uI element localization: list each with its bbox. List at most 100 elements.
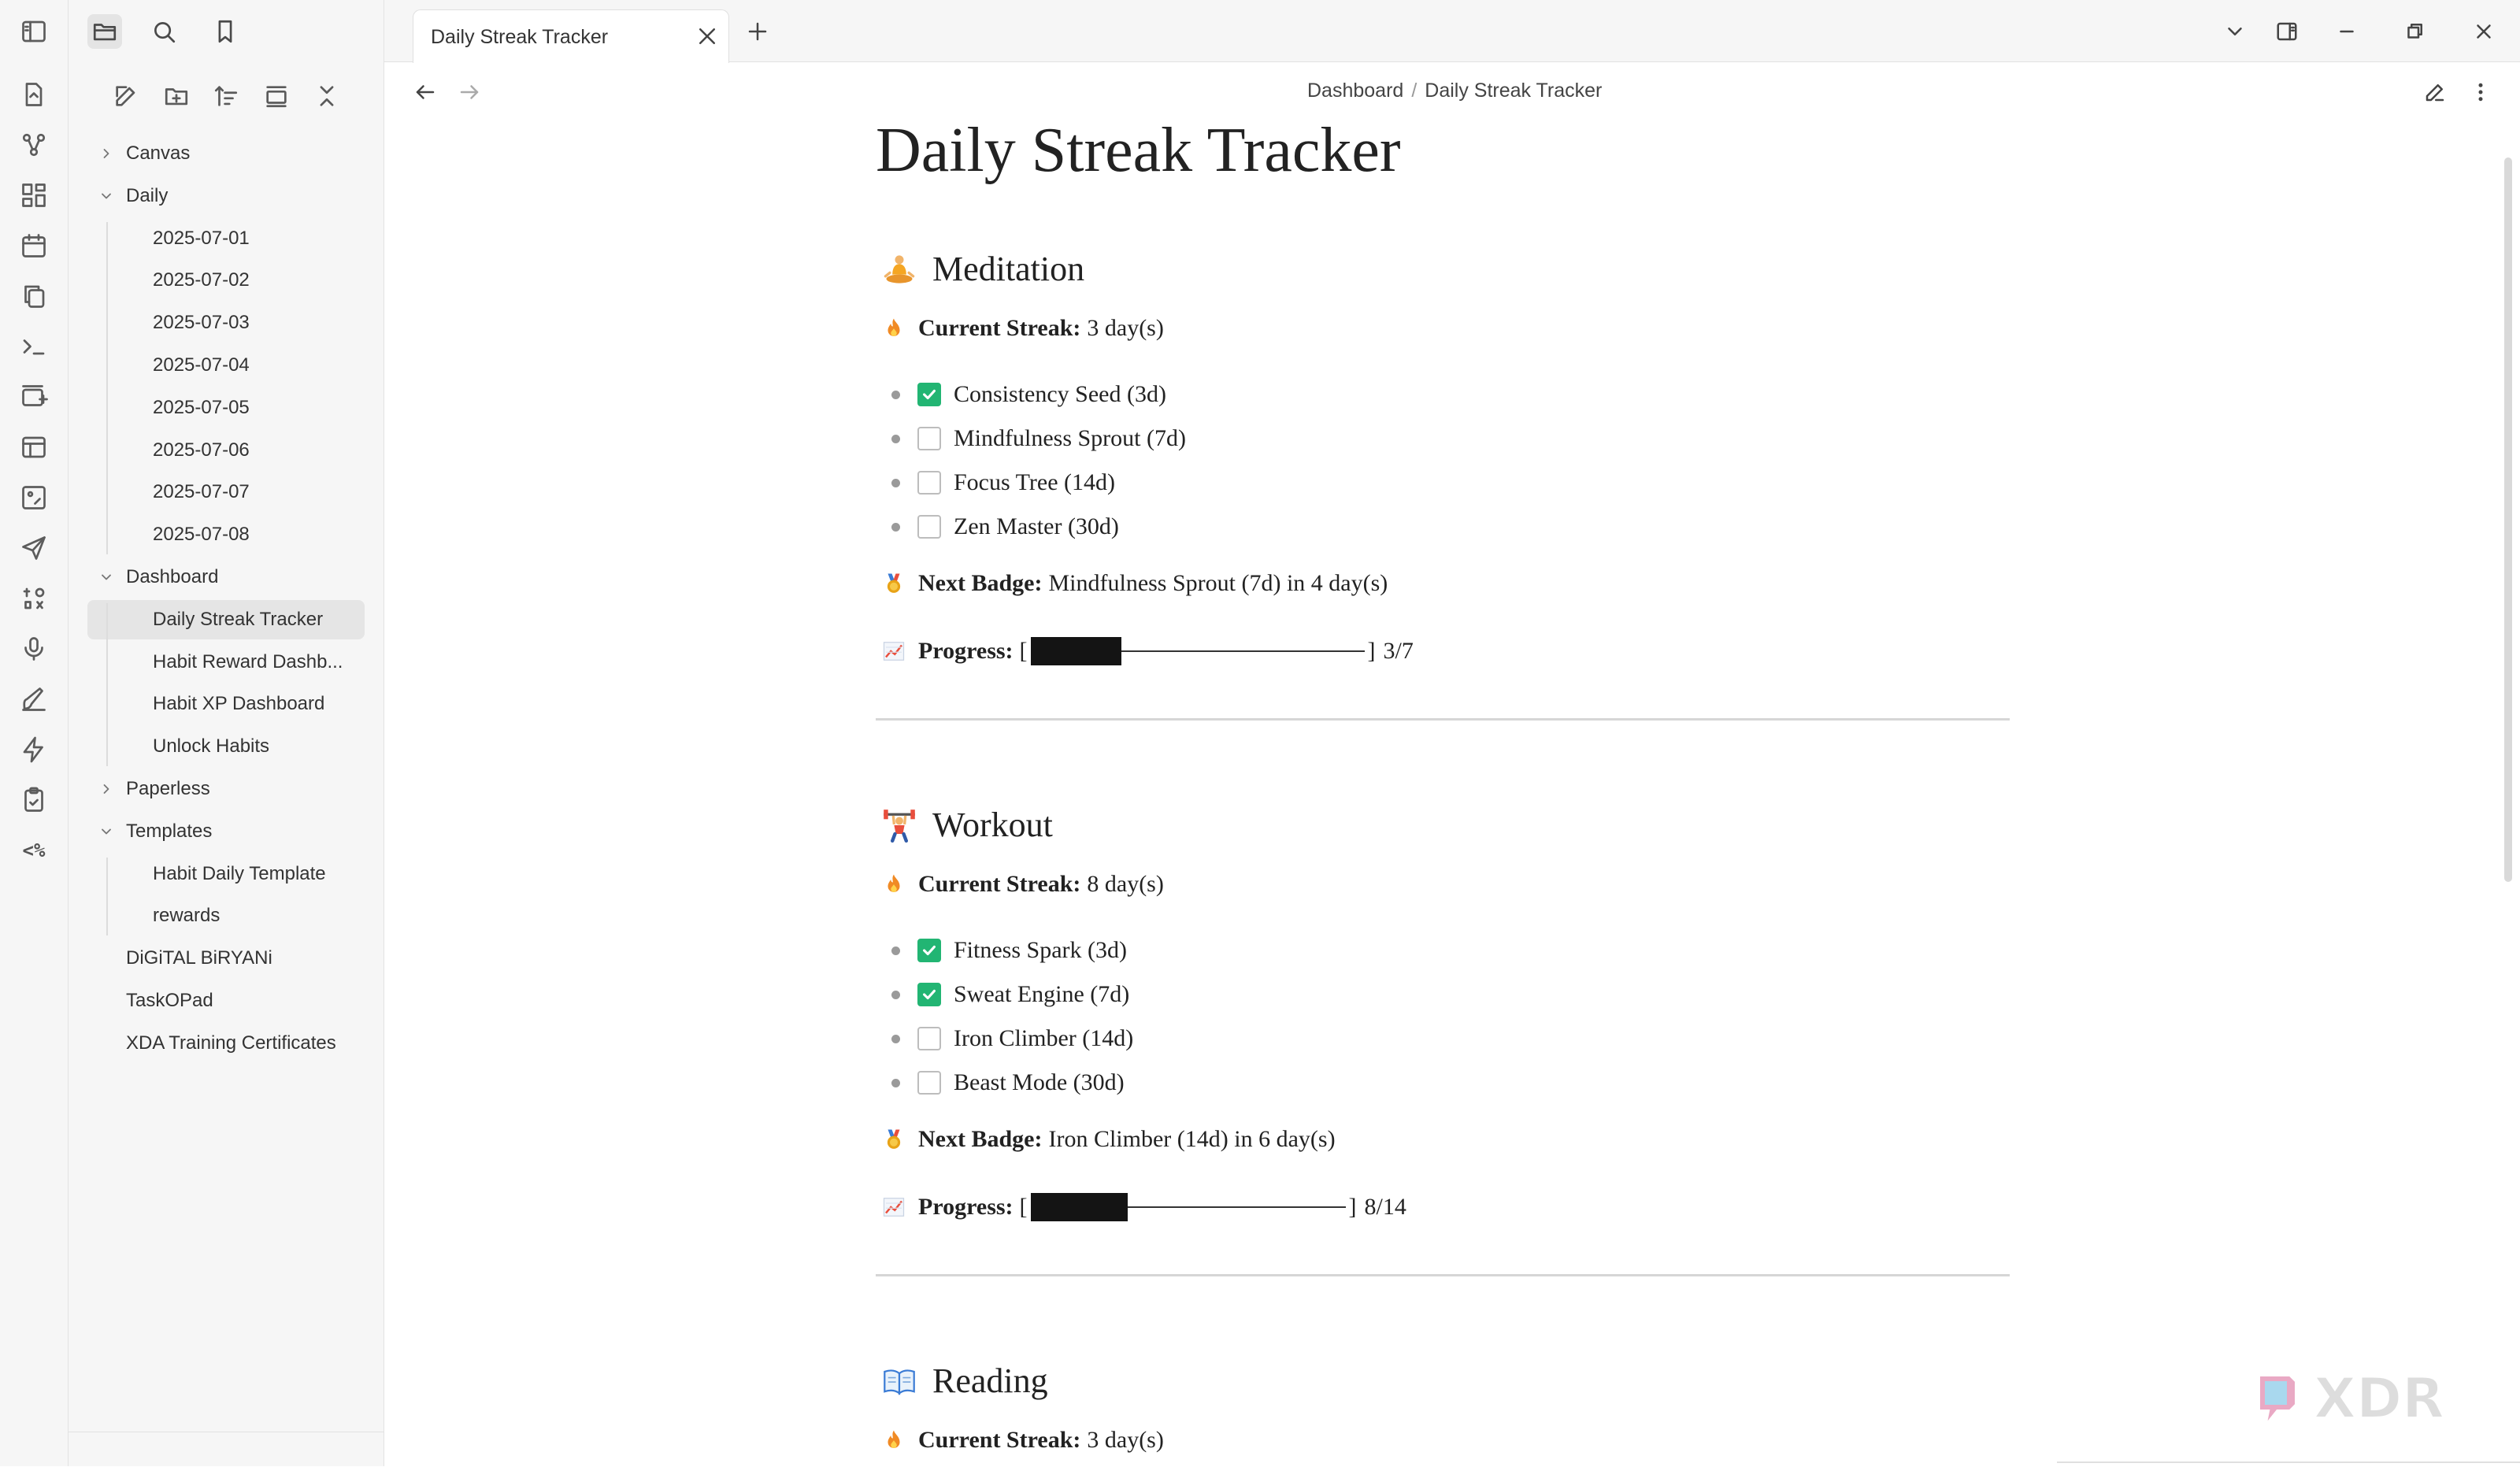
task-checkbox[interactable] bbox=[917, 983, 941, 1006]
streak-value: 3 day(s) bbox=[1087, 315, 1164, 341]
scrollbar[interactable] bbox=[2504, 157, 2512, 882]
templater-icon[interactable]: <% bbox=[18, 835, 50, 866]
badge-label: Beast Mode (30d) bbox=[954, 1069, 1125, 1095]
card-add-icon[interactable] bbox=[18, 381, 50, 413]
file-item[interactable]: rewards bbox=[69, 896, 384, 935]
new-note-icon[interactable] bbox=[109, 79, 143, 113]
back-arrow-icon[interactable] bbox=[410, 76, 441, 108]
tree-item-label: Habit XP Dashboard bbox=[153, 693, 325, 715]
file-item[interactable]: DiGiTAL BiRYANi bbox=[69, 939, 384, 978]
tree-item-label: 2025-07-05 bbox=[153, 396, 250, 418]
close-tab-icon[interactable] bbox=[695, 24, 719, 48]
new-tab-icon[interactable] bbox=[742, 16, 773, 47]
badge-label: Fitness Spark (3d) bbox=[954, 937, 1127, 963]
terminal-icon[interactable] bbox=[18, 331, 50, 362]
folder-item[interactable]: Canvas bbox=[69, 134, 384, 173]
sort-icon[interactable] bbox=[209, 79, 243, 113]
minimize-icon[interactable] bbox=[2331, 16, 2362, 47]
send-icon[interactable] bbox=[18, 532, 50, 564]
copy-icon[interactable] bbox=[18, 280, 50, 312]
dashboard-icon[interactable] bbox=[18, 180, 50, 211]
hash-icon[interactable] bbox=[18, 583, 50, 614]
brush-icon[interactable] bbox=[18, 683, 50, 715]
indent-guide bbox=[106, 221, 108, 554]
progress-line: Progress:[] 3/7 bbox=[880, 636, 1414, 666]
microphone-icon[interactable] bbox=[18, 633, 50, 665]
breadcrumb-current[interactable]: Daily Streak Tracker bbox=[1425, 80, 1602, 102]
file-item[interactable]: Habit Daily Template bbox=[69, 854, 384, 894]
file-item[interactable]: 2025-07-08 bbox=[69, 515, 384, 554]
task-checkbox[interactable] bbox=[917, 515, 941, 539]
collapse-all-icon[interactable] bbox=[309, 79, 344, 113]
task-checkbox[interactable] bbox=[917, 939, 941, 962]
file-item[interactable]: Habit Reward Dashb... bbox=[69, 643, 384, 682]
badge-label: Mindfulness Sprout (7d) bbox=[954, 425, 1186, 451]
task-checkbox[interactable] bbox=[917, 1027, 941, 1050]
edit-pencil-icon[interactable] bbox=[2419, 76, 2451, 108]
tree-item-label: Canvas bbox=[126, 143, 191, 164]
folder-item[interactable]: Dashboard bbox=[69, 558, 384, 597]
chevron-right-icon[interactable] bbox=[97, 144, 116, 163]
file-item[interactable]: 2025-07-06 bbox=[69, 431, 384, 470]
chevron-down-icon[interactable] bbox=[97, 187, 116, 206]
graph-icon[interactable] bbox=[18, 129, 50, 161]
file-item[interactable]: 2025-07-02 bbox=[69, 261, 384, 300]
file-item[interactable]: 2025-07-04 bbox=[69, 346, 384, 385]
folder-item[interactable]: Paperless bbox=[69, 769, 384, 809]
more-options-icon[interactable] bbox=[2465, 76, 2496, 108]
badge-label: Consistency Seed (3d) bbox=[954, 381, 1166, 407]
file-item[interactable]: 2025-07-03 bbox=[69, 303, 384, 343]
folder-item[interactable]: Daily bbox=[69, 176, 384, 216]
clipboard-icon[interactable] bbox=[18, 784, 50, 816]
progress-bar-track bbox=[1127, 1206, 1346, 1209]
close-window-icon[interactable] bbox=[2468, 16, 2500, 47]
file-item[interactable]: Daily Streak Tracker bbox=[69, 599, 384, 639]
file-item[interactable]: Habit XP Dashboard bbox=[69, 684, 384, 724]
breadcrumb-parent[interactable]: Dashboard bbox=[1307, 80, 1403, 102]
file-item[interactable]: Unlock Habits bbox=[69, 727, 384, 766]
task-checkbox[interactable] bbox=[917, 383, 941, 406]
weightlifting-icon bbox=[882, 808, 917, 843]
section-heading-text: Workout bbox=[932, 806, 1053, 844]
folder-item[interactable]: Templates bbox=[69, 812, 384, 851]
new-note-icon[interactable] bbox=[18, 79, 50, 110]
new-folder-icon[interactable] bbox=[159, 79, 194, 113]
tree-item-label: TaskOPad bbox=[126, 990, 213, 1011]
folder-icon[interactable] bbox=[87, 14, 122, 49]
file-item[interactable]: 2025-07-07 bbox=[69, 472, 384, 512]
section-divider bbox=[876, 1274, 2010, 1276]
search-icon[interactable] bbox=[146, 14, 181, 49]
progress-bar bbox=[1030, 1192, 1346, 1222]
task-checkbox[interactable] bbox=[917, 471, 941, 495]
file-item[interactable]: TaskOPad bbox=[69, 981, 384, 1021]
sidebar-toggle-icon[interactable] bbox=[18, 16, 50, 47]
forward-arrow-icon[interactable] bbox=[454, 76, 485, 108]
chevron-down-icon[interactable] bbox=[97, 568, 116, 587]
section-heading: Workout bbox=[882, 805, 1053, 845]
file-item[interactable]: 2025-07-05 bbox=[69, 388, 384, 428]
chevron-right-icon[interactable] bbox=[97, 780, 116, 798]
next-badge-label: Next Badge: bbox=[918, 570, 1043, 596]
chevron-down-icon[interactable] bbox=[97, 822, 116, 841]
tab-daily-streak-tracker[interactable]: Daily Streak Tracker bbox=[413, 9, 729, 63]
bookmark-icon[interactable] bbox=[208, 14, 243, 49]
task-checkbox[interactable] bbox=[917, 427, 941, 450]
bullet bbox=[891, 1078, 900, 1087]
lightning-icon[interactable] bbox=[18, 734, 50, 765]
bullet bbox=[891, 990, 900, 999]
streak-value: 3 day(s) bbox=[1087, 1427, 1164, 1453]
table-icon[interactable] bbox=[18, 432, 50, 463]
task-checkbox[interactable] bbox=[917, 1071, 941, 1095]
tree-item-label: Paperless bbox=[126, 778, 210, 799]
collapse-view-icon[interactable] bbox=[259, 79, 294, 113]
next-badge-value: Iron Climber (14d) in 6 day(s) bbox=[1048, 1126, 1336, 1152]
right-sidebar-toggle-icon[interactable] bbox=[2271, 16, 2303, 47]
restore-icon[interactable] bbox=[2399, 16, 2430, 47]
image-icon[interactable] bbox=[18, 482, 50, 513]
medal-icon bbox=[880, 1126, 907, 1153]
file-item[interactable]: XDA Training Certificates bbox=[69, 1024, 384, 1063]
file-item[interactable]: 2025-07-01 bbox=[69, 219, 384, 258]
tab-list-chevron-icon[interactable] bbox=[2219, 16, 2251, 47]
calendar-icon[interactable] bbox=[18, 230, 50, 261]
progress-label: Progress: bbox=[918, 637, 1014, 664]
